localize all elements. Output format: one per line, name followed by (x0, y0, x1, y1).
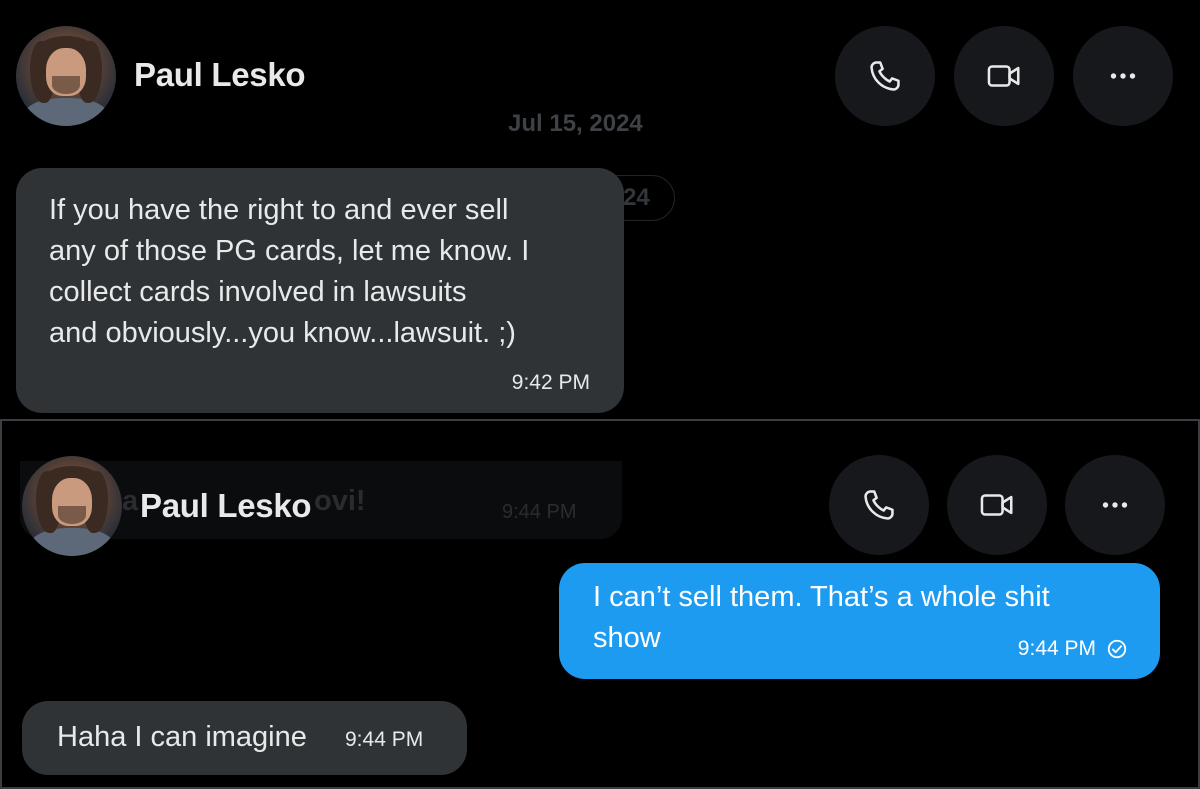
date-separator-ghost: Jul 15, 2024 (508, 110, 643, 137)
more-options-button[interactable] (1065, 455, 1165, 555)
message-timestamp: 9:42 PM (511, 371, 590, 394)
message-timestamp: 9:44 PM (345, 728, 424, 751)
contact-avatar[interactable] (16, 26, 116, 126)
sent-message-bubble[interactable]: I can’t sell them. That’s a whole shit s… (559, 563, 1160, 679)
message-text: Haha I can imagine (57, 721, 307, 753)
message-line: If you have the right to and ever sell (49, 194, 509, 226)
message-line: and obviously...you know...lawsuit. ;) (49, 317, 516, 349)
message-line: I can’t sell them. That’s a whole shit (593, 581, 1050, 613)
more-options-button[interactable] (1073, 26, 1173, 126)
ghost-text-right: ovi! (314, 485, 366, 517)
conversation-panel-top: Jul 15, 2024 Jul 15, 2024 Paul Lesko If … (0, 0, 1200, 419)
contact-avatar[interactable] (22, 456, 122, 556)
received-message-bubble[interactable]: If you have the right to and ever sell a… (16, 168, 624, 413)
ghost-timestamp: 9:44 PM (502, 501, 577, 523)
more-options-icon (1110, 73, 1136, 79)
message-text: I can’t sell them. That’s a whole shit s… (593, 577, 1050, 659)
more-options-icon (1102, 502, 1128, 508)
phone-icon (870, 61, 900, 91)
message-timestamp: 9:44 PM (1017, 637, 1096, 660)
video-call-button[interactable] (954, 26, 1054, 126)
video-camera-icon (987, 65, 1020, 87)
ghost-text-left: a (122, 485, 139, 517)
received-message-bubble[interactable]: Haha I can imagine 9:44 PM (22, 701, 467, 775)
video-call-button[interactable] (947, 455, 1047, 555)
message-line: show (593, 622, 661, 654)
call-button[interactable] (829, 455, 929, 555)
message-line: collect cards involved in lawsuits (49, 276, 467, 308)
check-circle-icon (1107, 639, 1127, 659)
conversation-panel-bottom: a ovi! 9:44 PM Paul Lesko I can’t sell t… (0, 419, 1200, 789)
message-text: If you have the right to and ever sell a… (49, 190, 529, 354)
call-button[interactable] (835, 26, 935, 126)
contact-name[interactable]: Paul Lesko (140, 487, 312, 525)
video-camera-icon (980, 494, 1013, 516)
message-timestamp-row: 9:44 PM (1018, 637, 1128, 661)
phone-icon (864, 490, 894, 520)
message-line: any of those PG cards, let me know. I (49, 235, 530, 267)
contact-name[interactable]: Paul Lesko (134, 56, 306, 94)
